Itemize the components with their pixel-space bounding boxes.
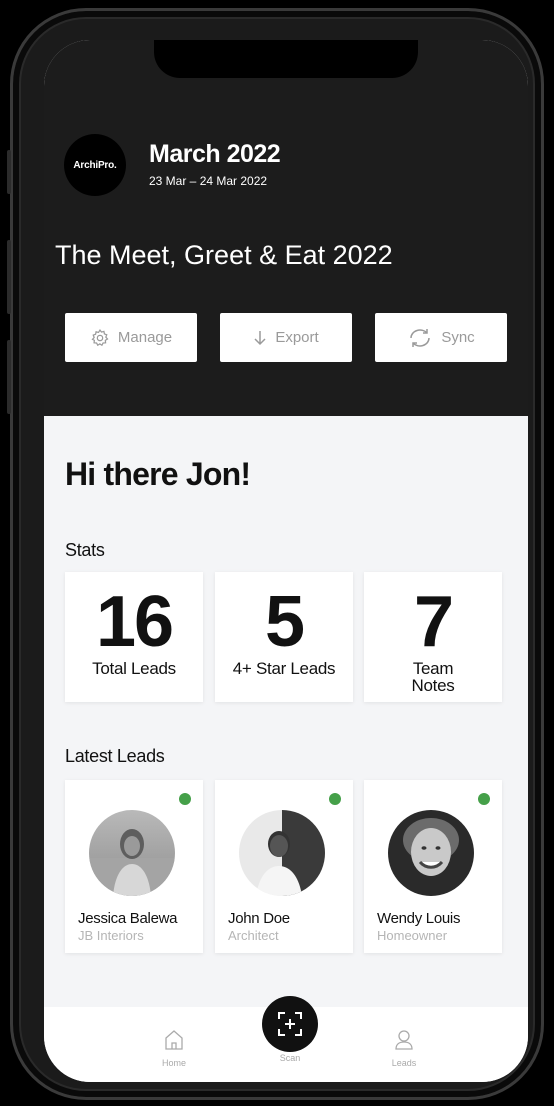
app-screen: ArchiPro. March 2022 23 Mar – 24 Mar 202…	[44, 40, 528, 1082]
event-header: ArchiPro. March 2022 23 Mar – 24 Mar 202…	[44, 40, 528, 416]
stat-label: Total Leads	[92, 659, 176, 678]
lead-role: Architect	[228, 928, 279, 943]
tab-leads[interactable]: Leads	[374, 1029, 434, 1068]
sync-label: Sync	[441, 329, 475, 346]
lead-name: Wendy Louis	[377, 910, 461, 927]
lead-card[interactable]: Jessica Balewa JB Interiors	[65, 780, 203, 953]
scan-button[interactable]	[262, 996, 318, 1052]
notch	[154, 40, 418, 78]
volume-up-button	[7, 240, 11, 314]
tab-leads-label: Leads	[391, 1058, 417, 1068]
stat-value: 7	[413, 582, 454, 662]
avatar	[239, 810, 325, 896]
stat-value: 16	[95, 582, 174, 662]
archipro-logo: ArchiPro.	[64, 134, 126, 196]
online-status-dot	[329, 793, 341, 805]
online-status-dot	[478, 793, 490, 805]
stat-value: 5	[264, 582, 305, 662]
avatar	[89, 810, 175, 896]
scan-icon	[278, 1012, 302, 1036]
mute-switch	[7, 150, 11, 194]
event-date-range: 23 Mar – 24 Mar 2022	[149, 174, 268, 188]
online-status-dot	[179, 793, 191, 805]
sync-button[interactable]: Sync	[375, 313, 507, 362]
manage-button[interactable]: Manage	[65, 313, 197, 362]
lead-role: JB Interiors	[78, 928, 144, 943]
tab-home[interactable]: Home	[144, 1029, 204, 1068]
greeting-heading: Hi there Jon!	[65, 456, 251, 492]
event-month: March 2022	[149, 140, 281, 168]
export-button[interactable]: Export	[220, 313, 352, 362]
lead-card[interactable]: Wendy Louis Homeowner	[364, 780, 502, 953]
manage-label: Manage	[117, 329, 173, 346]
lead-name: John Doe	[228, 910, 290, 927]
gear-icon	[91, 328, 109, 346]
stat-label: 4+ Star Leads	[232, 659, 336, 678]
export-label: Export	[275, 329, 319, 346]
sync-icon	[410, 328, 431, 347]
stat-card-team-notes[interactable]: 7 Team Notes	[364, 572, 502, 702]
stat-card-star-leads[interactable]: 5 4+ Star Leads	[215, 572, 353, 702]
stat-label: Team Notes	[411, 659, 455, 695]
lead-name: Jessica Balewa	[78, 910, 178, 927]
event-title: The Meet, Greet & Eat 2022	[55, 240, 393, 270]
latest-leads-heading: Latest Leads	[65, 746, 165, 766]
home-icon	[165, 1030, 183, 1050]
lead-role: Homeowner	[377, 928, 448, 943]
tab-home-label: Home	[161, 1058, 186, 1068]
volume-down-button	[7, 340, 11, 414]
scan-label: Scan	[279, 1053, 301, 1063]
stats-heading: Stats	[65, 540, 105, 560]
arrow-down-icon	[254, 330, 266, 345]
avatar	[388, 810, 474, 896]
lead-card[interactable]: John Doe Architect	[215, 780, 353, 953]
stat-card-total-leads[interactable]: 16 Total Leads	[65, 572, 203, 702]
user-icon	[395, 1030, 413, 1050]
